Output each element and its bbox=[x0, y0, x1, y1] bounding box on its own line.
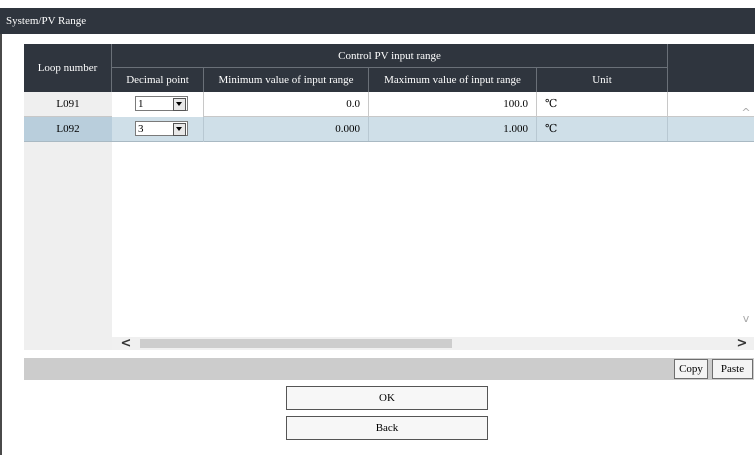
dropdown-arrow-icon[interactable] bbox=[173, 98, 186, 111]
loop-number-cell: L091 bbox=[56, 98, 80, 110]
scroll-down-icon[interactable]: v bbox=[739, 313, 753, 324]
header-empty bbox=[668, 44, 754, 92]
document-text-strip bbox=[0, 0, 755, 8]
back-button[interactable]: Back bbox=[286, 416, 488, 440]
header-unit: Unit bbox=[537, 68, 668, 92]
max-value-cell[interactable]: 1.000 bbox=[369, 117, 537, 141]
window-title: System/PV Range bbox=[0, 8, 755, 34]
ok-button[interactable]: OK bbox=[286, 386, 488, 410]
unit-cell[interactable]: ℃ bbox=[537, 117, 668, 141]
header-decimal-point: Decimal point bbox=[112, 68, 204, 92]
min-value-cell[interactable]: 0.0 bbox=[204, 92, 369, 116]
horizontal-scroll-thumb[interactable] bbox=[140, 339, 452, 348]
loop-number-cell: L092 bbox=[24, 117, 112, 141]
min-value-cell[interactable]: 0.000 bbox=[204, 117, 369, 141]
header-loop-number: Loop number bbox=[24, 44, 112, 92]
header-minimum-value: Minimum value of input range bbox=[204, 68, 369, 92]
dropdown-arrow-icon[interactable] bbox=[173, 123, 186, 136]
decimal-point-select[interactable]: 3 bbox=[135, 121, 188, 136]
header-maximum-value: Maximum value of input range bbox=[369, 68, 537, 92]
decimal-point-value: 1 bbox=[138, 98, 144, 110]
decimal-point-value: 3 bbox=[138, 123, 144, 135]
vertical-scrollbar[interactable]: ^ v bbox=[739, 100, 753, 326]
max-value-cell[interactable]: 100.0 bbox=[369, 92, 537, 116]
scroll-right-icon[interactable]: > bbox=[735, 337, 749, 350]
decimal-point-select[interactable]: 1 bbox=[135, 96, 188, 111]
toolbar-bar bbox=[24, 358, 754, 380]
header-control-pv-input-range: Control PV input range bbox=[112, 44, 668, 68]
paste-button[interactable]: Paste bbox=[712, 359, 753, 379]
scroll-up-icon[interactable]: ^ bbox=[739, 107, 753, 118]
scroll-left-icon[interactable]: < bbox=[119, 337, 133, 350]
copy-button[interactable]: Copy bbox=[674, 359, 708, 379]
unit-cell[interactable]: ℃ bbox=[537, 92, 668, 116]
